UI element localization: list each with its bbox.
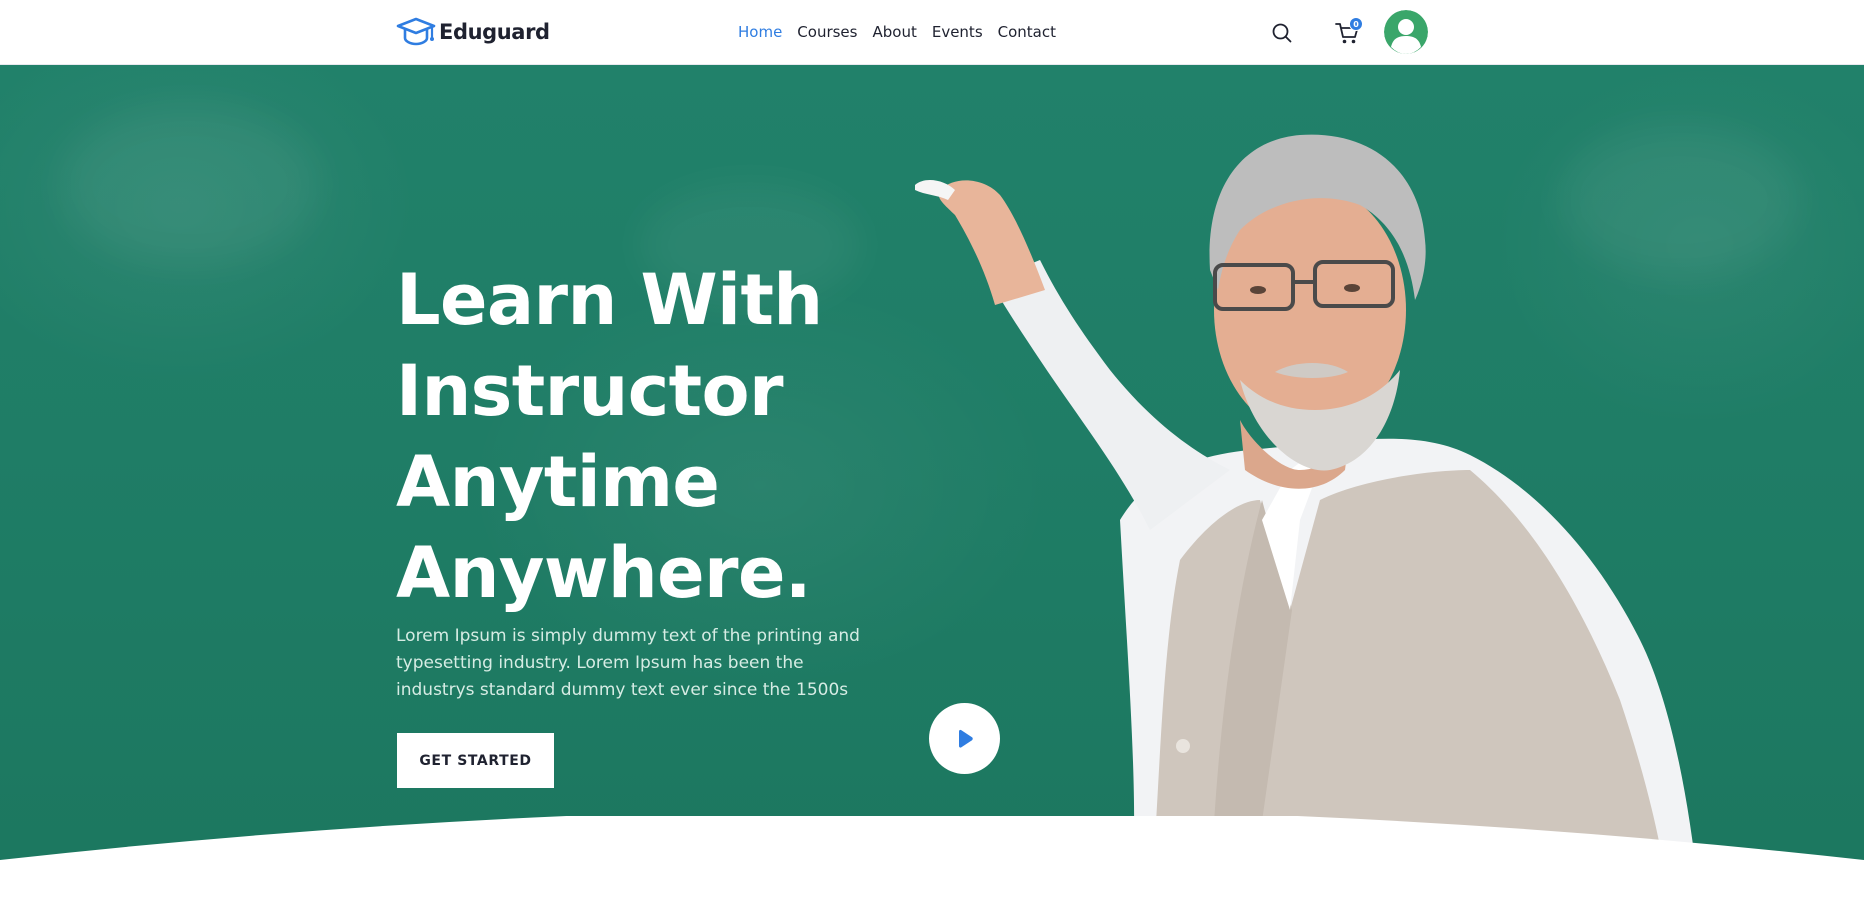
nav-item-contact[interactable]: Contact	[998, 20, 1056, 44]
cart-count-badge: 0	[1349, 17, 1363, 31]
nav-item-home[interactable]: Home	[738, 20, 782, 44]
chalk-smudge	[60, 105, 320, 265]
main-nav: Home Courses About Events Contact	[738, 20, 1071, 44]
nav-item-courses[interactable]: Courses	[797, 20, 857, 44]
site-header: Eduguard Home Courses About Events Conta…	[0, 0, 1864, 65]
hero-description: Lorem Ipsum is simply dummy text of the …	[396, 626, 860, 700]
search-icon	[1272, 23, 1292, 43]
user-avatar-icon	[1384, 10, 1428, 54]
play-icon	[958, 729, 973, 748]
hero-bottom-curve	[0, 816, 1864, 906]
user-avatar[interactable]	[1384, 10, 1428, 54]
hero-title-line: Learn With	[396, 259, 823, 341]
search-button[interactable]	[1270, 21, 1294, 45]
nav-item-events[interactable]: Events	[932, 20, 983, 44]
hero-title-line: Instructor	[396, 350, 784, 432]
brand-logo[interactable]: Eduguard	[396, 14, 550, 50]
teacher-image	[915, 134, 1700, 906]
graduation-cap-icon	[396, 17, 436, 46]
nav-item-about[interactable]: About	[872, 20, 916, 44]
hero-title-line: Anywhere.	[396, 532, 811, 614]
hero-title: Learn With Instructor Anytime Anywhere.	[396, 255, 916, 619]
play-video-button[interactable]	[929, 703, 1000, 774]
hero-section: Learn With Instructor Anytime Anywhere. …	[0, 65, 1864, 906]
hero-title-line: Anytime	[396, 441, 720, 523]
brand-name: Eduguard	[439, 20, 550, 44]
get-started-button[interactable]: GET STARTED	[397, 733, 554, 788]
